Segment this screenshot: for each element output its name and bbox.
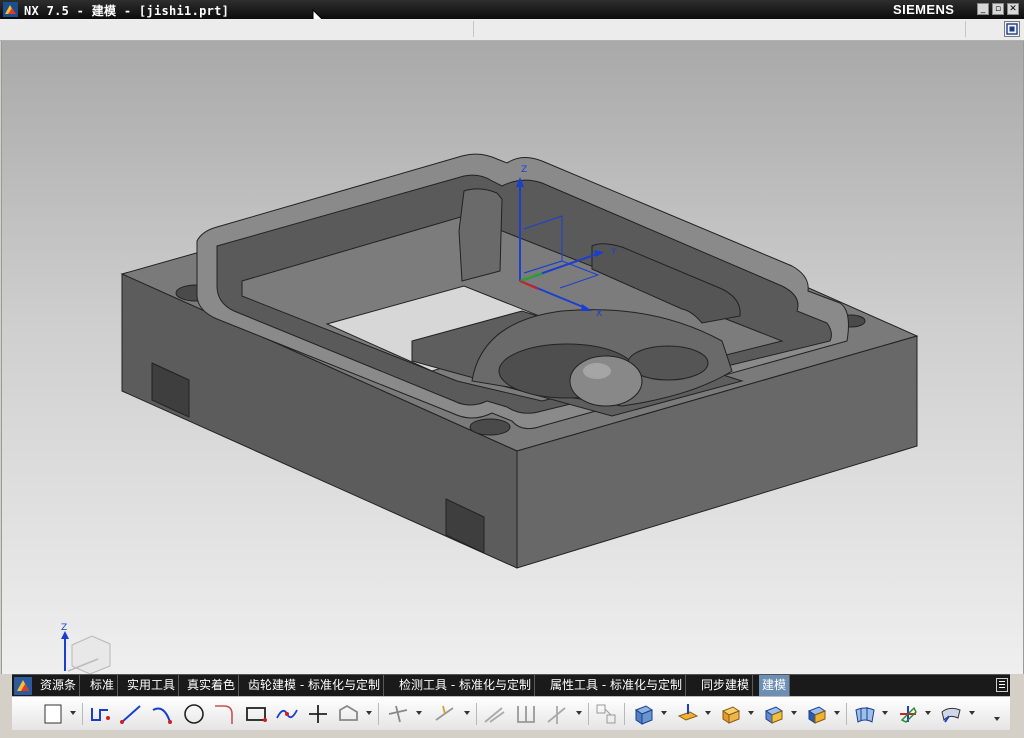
extend-curve-icon[interactable] — [433, 702, 457, 726]
tab-inspection-tools[interactable]: 检测工具 - 标准化与定制 — [396, 675, 535, 696]
rectangle-icon[interactable] — [244, 702, 268, 726]
bottom-frame — [0, 730, 1024, 738]
view-triad: Z — [61, 623, 111, 674]
profile-icon[interactable] — [88, 702, 112, 726]
title-bar: NX 7.5 - 建模 - [jishi1.prt] SIEMENS _ ▫ ✕ — [0, 0, 1024, 19]
sweep-icon[interactable] — [939, 702, 963, 726]
toolbar-separator — [846, 703, 847, 725]
minimize-button[interactable]: _ — [977, 3, 989, 15]
dropdown-arrow-icon[interactable] — [464, 711, 470, 715]
extract-curve-icon[interactable] — [514, 702, 538, 726]
nx-app-icon[interactable] — [3, 2, 18, 17]
resource-bar-logo-icon[interactable] — [14, 677, 32, 695]
modeling-toolbar — [12, 696, 1010, 731]
tab-true-shading[interactable]: 真实着色 — [184, 675, 240, 696]
tab-gear-modeling[interactable]: 齿轮建模 - 标准化与定制 — [245, 675, 384, 696]
toolbar-separator — [473, 21, 474, 37]
extrude-icon[interactable] — [632, 702, 656, 726]
toolbar-separator — [965, 21, 966, 37]
point-icon[interactable] — [306, 702, 330, 726]
dropdown-arrow-icon[interactable] — [366, 711, 372, 715]
dropdown-arrow-icon[interactable] — [969, 711, 975, 715]
toolbar-tab-row: 资源条 标准 实用工具 真实着色 齿轮建模 - 标准化与定制 检测工具 - 标准… — [12, 674, 1010, 697]
dropdown-arrow-icon[interactable] — [70, 711, 76, 715]
close-button[interactable]: ✕ — [1007, 3, 1019, 15]
toolbar-separator — [588, 703, 589, 725]
project-curve-icon[interactable] — [482, 702, 506, 726]
window-title: NX 7.5 - 建模 - [jishi1.prt] — [24, 4, 230, 18]
mirror-curve-icon[interactable] — [545, 702, 569, 726]
toolbar-overflow-arrow-icon[interactable] — [994, 717, 1000, 721]
toolbar-separator — [476, 703, 477, 725]
toolbar-separator — [624, 703, 625, 725]
trim-curve-icon[interactable] — [386, 702, 410, 726]
studio-spline-icon[interactable] — [275, 702, 299, 726]
fillet-curve-icon[interactable] — [212, 702, 236, 726]
graphics-window[interactable]: Z Y X Z — [1, 41, 1024, 674]
restore-button[interactable]: ▫ — [992, 3, 1004, 15]
circle-icon[interactable] — [182, 702, 206, 726]
dropdown-arrow-icon[interactable] — [882, 711, 888, 715]
tab-options-button[interactable] — [996, 678, 1008, 692]
sketch-plane-icon[interactable] — [42, 702, 66, 726]
unite-icon[interactable] — [805, 702, 829, 726]
dropdown-arrow-icon[interactable] — [661, 711, 667, 715]
csys-y-label: Y — [610, 247, 617, 257]
top-toolbar-strip — [0, 19, 1024, 41]
offset-curve-icon[interactable] — [337, 702, 361, 726]
dropdown-arrow-icon[interactable] — [925, 711, 931, 715]
toolbar-separator — [378, 703, 379, 725]
dropdown-arrow-icon[interactable] — [791, 711, 797, 715]
dropdown-arrow-icon[interactable] — [748, 711, 754, 715]
arc-icon[interactable] — [150, 702, 174, 726]
tab-standard[interactable]: 标准 — [87, 675, 119, 696]
tab-attribute-tools[interactable]: 属性工具 - 标准化与定制 — [547, 675, 686, 696]
edit-curve-icon[interactable] — [594, 702, 618, 726]
triad-z-label: Z — [61, 623, 67, 633]
fit-view-icon — [1006, 23, 1018, 35]
tab-utilities[interactable]: 实用工具 — [124, 675, 180, 696]
csys-x-label: X — [596, 309, 602, 319]
dropdown-arrow-icon[interactable] — [576, 711, 582, 715]
dropdown-arrow-icon[interactable] — [416, 711, 422, 715]
siemens-logo: SIEMENS — [893, 2, 955, 17]
tab-synchronous-modeling[interactable]: 同步建模 — [698, 675, 754, 696]
dropdown-arrow-icon[interactable] — [834, 711, 840, 715]
through-curves-icon[interactable] — [853, 702, 877, 726]
fit-view-button[interactable] — [1004, 21, 1020, 37]
transform-icon[interactable] — [896, 702, 920, 726]
menu-icon — [999, 681, 1005, 688]
tab-modeling[interactable]: 建模 — [759, 675, 791, 696]
edge-blend-icon[interactable] — [762, 702, 786, 726]
datum-plane-icon[interactable] — [676, 702, 700, 726]
toolbar-separator — [82, 703, 83, 725]
tab-resource-bar[interactable]: 资源条 — [37, 675, 81, 696]
part-model[interactable]: Z Y X Z — [2, 41, 1023, 674]
dropdown-arrow-icon[interactable] — [705, 711, 711, 715]
csys-z-label: Z — [521, 165, 527, 175]
block-icon[interactable] — [719, 702, 743, 726]
line-icon[interactable] — [119, 702, 143, 726]
